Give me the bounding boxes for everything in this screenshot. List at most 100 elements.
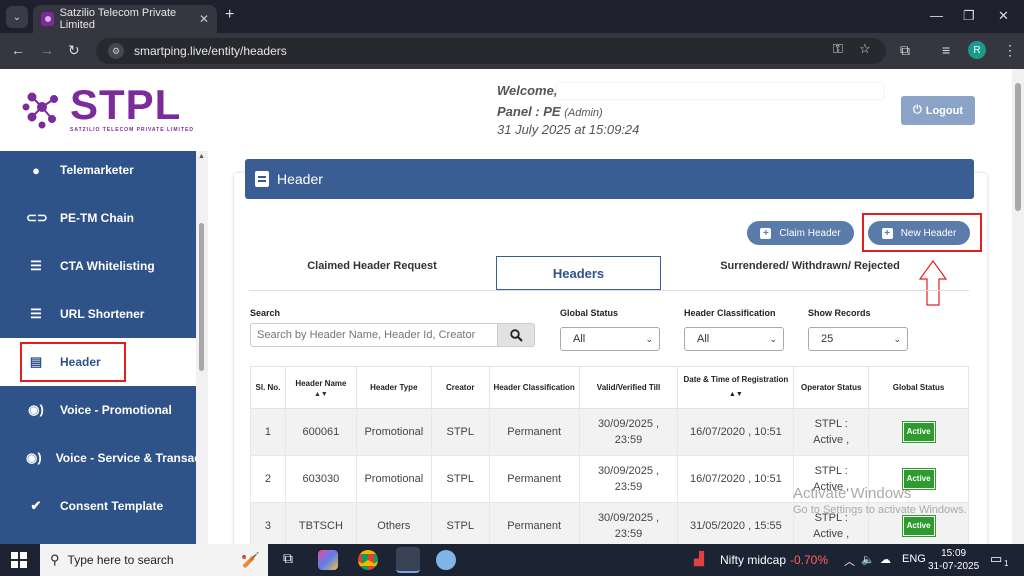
cell-valid: 30/09/2025 , 23:59 [578, 408, 679, 456]
tab-search-button[interactable]: ⌄ [6, 6, 28, 28]
tab-close-icon[interactable]: ✕ [199, 12, 209, 26]
tabs-divider [249, 290, 969, 291]
sidebar-item-label: CTA Whitelisting [60, 259, 155, 273]
page-scrollbar[interactable] [1012, 69, 1024, 544]
col-header-name[interactable]: Header Name ▲▼ [284, 366, 357, 409]
restore-icon[interactable]: ❐ [963, 8, 975, 24]
sort-icon[interactable]: ▲▼ [288, 391, 354, 399]
logout-label: Logout [925, 104, 963, 117]
taskbar-clock[interactable]: 15:09 31-07-2025 [928, 547, 979, 573]
site-info-icon[interactable]: ⚙ [108, 43, 124, 59]
profile-avatar[interactable]: R [968, 41, 986, 59]
cell-name: TBTSCH [284, 502, 357, 544]
sidebar-item-consent-template[interactable]: ✔ Consent Template [0, 482, 196, 530]
cell-valid: 30/09/2025 , 23:59 [578, 455, 679, 503]
global-status-select[interactable]: All ⌄ [560, 327, 660, 351]
tab-title: Satzilio Telecom Private Limited [59, 7, 177, 31]
col-valid-till: Valid/Verified Till [578, 366, 679, 409]
chrome-app-icon[interactable] [358, 550, 378, 570]
sidebar: STPL SATZILIO TELECOM PRIVATE LIMITED ● … [0, 69, 196, 544]
stock-down-icon: ▟ [694, 551, 704, 566]
chevron-down-icon: ⌄ [645, 334, 653, 344]
col-classification: Header Classification [488, 366, 580, 409]
bookmark-star-icon[interactable]: ☆ [859, 41, 871, 57]
site-favicon-icon [41, 12, 54, 26]
sidebar-item-telemarketer[interactable]: ● Telemarketer [0, 146, 196, 194]
search-input[interactable] [250, 323, 498, 347]
show-records-value: 25 [821, 333, 834, 345]
search-button[interactable] [497, 323, 535, 347]
paint-app-icon[interactable] [436, 550, 456, 570]
language-indicator[interactable]: ENG [902, 553, 926, 565]
copilot-icon[interactable] [318, 550, 338, 570]
cell-creator: STPL [430, 502, 490, 544]
col-creator: Creator [430, 366, 490, 409]
status-badge: Active [901, 421, 936, 443]
tab-surrendered[interactable]: Surrendered/ Withdrawn/ Rejected [662, 260, 958, 272]
tab-headers[interactable]: Headers [496, 256, 661, 291]
notification-icon[interactable]: ▭ [990, 551, 1002, 567]
user-circle-icon: ● [32, 162, 40, 178]
tray-chevron-icon[interactable]: ︿ [844, 553, 855, 569]
browser-toolbar: ← → ↻ ⚙ smartping.live/entity/headers ⚿ … [0, 33, 1024, 69]
address-bar[interactable]: ⚙ smartping.live/entity/headers ⚿ ☆ [96, 38, 886, 64]
stpl-logo-icon [22, 92, 58, 129]
password-key-icon[interactable]: ⚿ [833, 41, 843, 57]
back-icon[interactable]: ← [11, 42, 25, 58]
sidebar-item-label: Voice - Service & Transac [55, 451, 196, 465]
sidebar-item-pe-tm-chain[interactable]: ⊂⊃ PE-TM Chain [0, 194, 196, 242]
sidebar-item-voice-promotional[interactable]: ◉) Voice - Promotional [0, 386, 196, 434]
forward-icon[interactable]: → [40, 42, 54, 58]
cell-name: 600061 [284, 408, 357, 456]
chrome-menu-icon[interactable]: ⋮ [1003, 42, 1017, 59]
panel-text: Panel : PE (Admin) [497, 104, 603, 119]
op-status-value: Active , [813, 434, 850, 446]
browser-tab[interactable]: Satzilio Telecom Private Limited ✕ [33, 5, 217, 33]
page-scroll-thumb[interactable] [1015, 83, 1021, 211]
logout-button[interactable]: ⏻ Logout [901, 96, 975, 125]
sidebar-scroll-thumb[interactable] [199, 223, 204, 371]
speaker-icon[interactable]: 🔈 [861, 553, 875, 566]
link-icon: ⊂⊃ [26, 210, 48, 225]
show-records-select[interactable]: 25 ⌄ [808, 327, 908, 351]
sidebar-item-voice-service[interactable]: ◉) Voice - Service & Transac [0, 434, 196, 482]
scroll-up-icon[interactable]: ▲ [198, 153, 205, 160]
table-header-row: Sl. No. Header Name ▲▼ Header Type Creato… [250, 366, 969, 409]
web-page: STPL SATZILIO TELECOM PRIVATE LIMITED ● … [0, 69, 1024, 544]
claim-header-button[interactable]: + Claim Header [747, 221, 854, 245]
sidebar-item-label: Telemarketer [60, 163, 134, 177]
col-header-name-label: Header Name [295, 378, 347, 388]
sidebar-item-cta-whitelisting[interactable]: ☰ CTA Whitelisting [0, 242, 196, 290]
chrome-active-app-icon[interactable] [396, 547, 420, 573]
classification-select[interactable]: All ⌄ [684, 327, 784, 351]
check-circle-icon: ✔ [30, 498, 42, 513]
notification-count: 1 [1004, 559, 1009, 568]
sidebar-scrollbar[interactable]: ▲ [196, 151, 208, 544]
valid-time: 23:59 [614, 481, 643, 493]
reading-list-icon[interactable]: ≡ [942, 42, 950, 58]
network-icon[interactable]: ☁ [880, 553, 891, 566]
tab-claimed-header-request[interactable]: Claimed Header Request [249, 260, 495, 272]
minimize-icon[interactable]: — [930, 8, 943, 23]
task-view-icon[interactable]: ⧉ [278, 550, 298, 570]
sort-icon[interactable]: ▲▼ [729, 391, 743, 398]
cell-op-status: STPL : Active , [793, 408, 870, 456]
ticker-value[interactable]: -0.70% [790, 553, 828, 567]
col-registration[interactable]: Date & Time of Registration ▲▼ [677, 366, 795, 409]
cell-no: 1 [250, 408, 286, 456]
table-row[interactable]: 1 600061 Promotional STPL Permanent 30/0… [250, 408, 969, 456]
sidebar-item-url-shortener[interactable]: ☰ URL Shortener [0, 290, 196, 338]
taskbar-search-box[interactable]: ⚲ Type here to search 🏏 [40, 544, 268, 576]
ticker-name[interactable]: Nifty midcap [720, 553, 786, 567]
extensions-icon[interactable]: ⧉ [900, 42, 910, 59]
col-header-type: Header Type [355, 366, 432, 409]
close-window-icon[interactable]: ✕ [998, 8, 1009, 24]
reload-icon[interactable]: ↻ [68, 42, 80, 59]
voice-icon: ◉) [28, 402, 44, 417]
windows-start-icon[interactable] [11, 552, 27, 568]
show-records-label: Show Records [808, 308, 871, 318]
new-tab-button[interactable]: + [225, 6, 234, 24]
cricket-widget-icon[interactable]: 🏏 [241, 551, 260, 569]
cell-classification: Permanent [488, 502, 580, 544]
chevron-down-icon: ⌄ [769, 334, 777, 344]
